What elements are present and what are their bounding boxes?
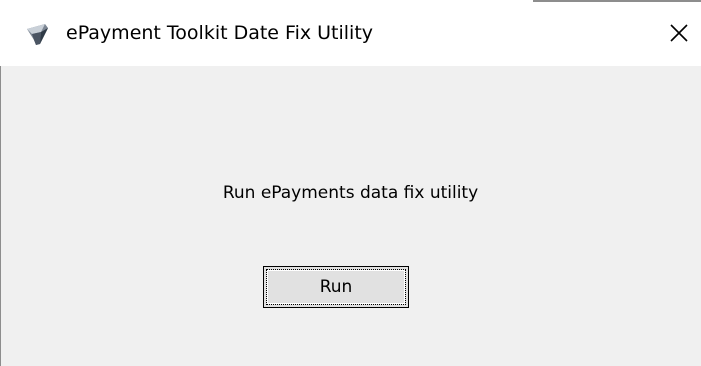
window-title: ePayment Toolkit Date Fix Utility (66, 22, 374, 44)
background-window-edge (533, 0, 701, 2)
run-button-label: Run (266, 269, 406, 305)
close-button[interactable] (656, 10, 701, 56)
title-bar[interactable]: ePayment Toolkit Date Fix Utility (0, 0, 701, 66)
window-border (0, 66, 1, 366)
epayment-app-icon (24, 21, 50, 47)
run-button[interactable]: Run (263, 266, 409, 308)
close-icon (669, 23, 689, 43)
prompt-label: Run ePayments data fix utility (222, 183, 479, 203)
dialog-window: ePayment Toolkit Date Fix Utility Run eP… (0, 0, 701, 366)
